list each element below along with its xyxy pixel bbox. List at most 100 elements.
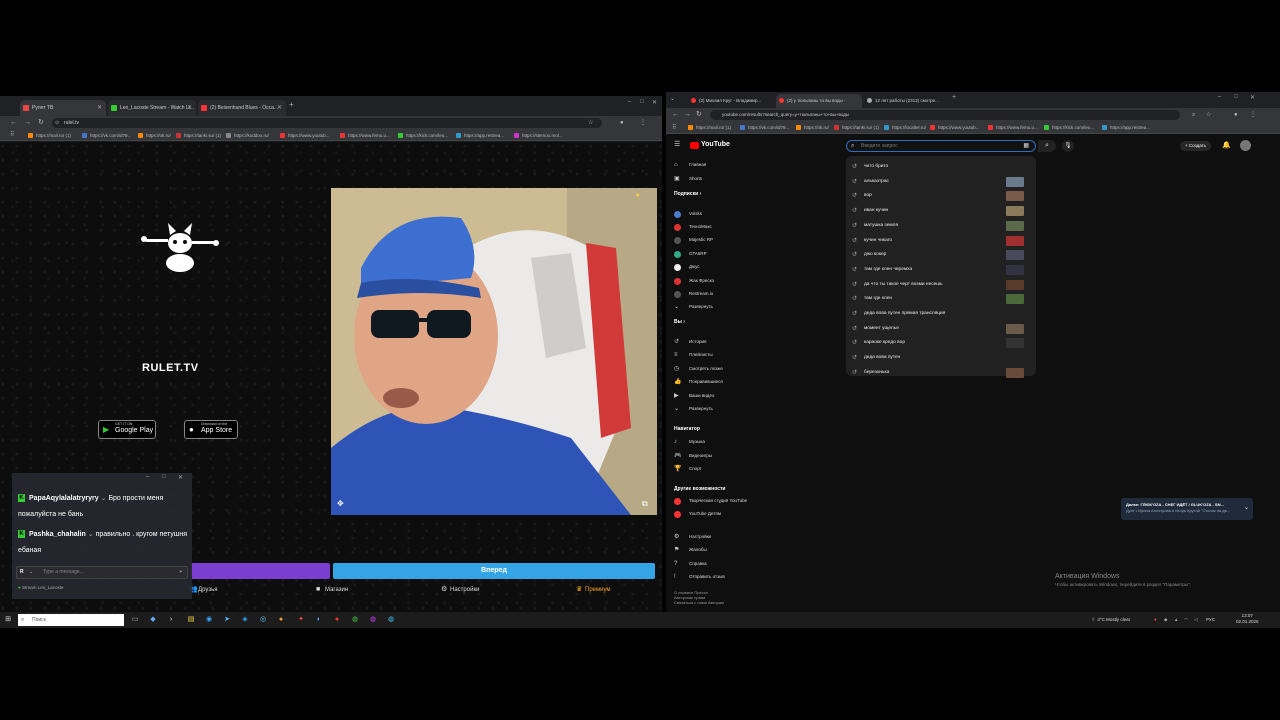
suggestion-item[interactable]: ↺ момент ущелье xyxy=(852,325,899,333)
profile-icon[interactable]: ● xyxy=(1234,110,1238,120)
sidebar-expand[interactable]: ⌄ Развернуть xyxy=(674,405,713,413)
app-icon[interactable]: ◈ xyxy=(240,615,250,625)
telegram-icon[interactable]: ➤ xyxy=(222,615,232,625)
notifications-icon[interactable]: 🔔 xyxy=(1222,141,1231,149)
sidebar-expand[interactable]: ⌄ Развернуть xyxy=(674,303,713,311)
suggestion-item[interactable]: ↺ да что ты такое черт возми несешь xyxy=(852,281,943,289)
language-indicator[interactable]: РУС xyxy=(1206,615,1215,625)
clock[interactable]: 13:07 02.01.2026 xyxy=(1236,613,1259,625)
suggestion-thumbnail[interactable] xyxy=(1006,176,1024,187)
keyboard-icon[interactable]: ▦ xyxy=(1023,141,1029,151)
menu-settings[interactable]: ⚙ Настройки xyxy=(441,586,479,594)
bookmark[interactable]: https://ok.ru/ xyxy=(796,124,829,131)
search-input[interactable]: ⌕ Введите запрос ▦ xyxy=(846,140,1036,152)
suggestion-thumbnail[interactable] xyxy=(1006,367,1024,378)
suggestion-thumbnail[interactable] xyxy=(1006,294,1024,305)
suggestion-thumbnail[interactable] xyxy=(1006,323,1024,334)
bookmark[interactable]: https://www.youtub... xyxy=(280,132,330,139)
bookmark[interactable]: https://www.femu.u... xyxy=(340,132,390,139)
site-info-icon[interactable]: ⊙ xyxy=(55,118,59,128)
sidebar-sub[interactable]: Majestic RP xyxy=(674,236,713,244)
maximize-button[interactable]: □ xyxy=(640,99,644,105)
voice-search-button[interactable]: 🎙 xyxy=(1062,140,1074,152)
suggestion-item[interactable]: ↺ чито брито xyxy=(852,163,888,171)
suggestion-thumbnail[interactable] xyxy=(1006,264,1024,275)
send-icon[interactable]: ➤ xyxy=(179,567,183,578)
reload-icon[interactable]: ↻ xyxy=(38,118,44,128)
menu-friends[interactable]: 👥 Друзья xyxy=(189,586,217,594)
suggestion-item[interactable]: ↺ деда вова путен xyxy=(852,354,900,362)
new-tab-button[interactable]: + xyxy=(952,94,956,101)
edge-icon[interactable]: ◉ xyxy=(204,615,214,625)
close-icon[interactable]: ✕ xyxy=(187,100,192,116)
chat-close-button[interactable]: ✕ xyxy=(178,474,183,481)
create-button[interactable]: + Создать xyxy=(1180,141,1212,151)
suggestion-item[interactable]: ↺ деда вова путен прямая трансляция xyxy=(852,310,945,318)
zoom-icon[interactable]: ⌕ xyxy=(1192,110,1195,120)
suggestion-thumbnail[interactable] xyxy=(1006,220,1024,231)
camera-switch-icon[interactable]: ⧉ xyxy=(642,499,648,509)
address-bar[interactable]: ⊙ rulet.tv xyxy=(52,118,602,128)
suggestion-item[interactable]: ↺ матушка земля xyxy=(852,222,898,230)
menu-shop[interactable]: ■ Магазин xyxy=(316,586,348,594)
suggestion-thumbnail[interactable] xyxy=(1006,206,1024,217)
close-icon[interactable]: ✕ xyxy=(277,100,282,116)
menu-premium[interactable]: ♛ Премиум xyxy=(576,586,611,594)
wifi-icon[interactable]: ◠ xyxy=(1184,615,1188,625)
bookmark[interactable]: https://mail.ru/ (1) xyxy=(28,132,71,139)
weather-widget[interactable]: ☾ 3°C Mostly clear xyxy=(1092,615,1130,625)
sidebar-item-liked[interactable]: 👍 Понравившиеся xyxy=(674,378,723,386)
sidebar-item-help[interactable]: ? Справка xyxy=(674,560,707,568)
taskbar-search-input[interactable]: ⌕ Поиск xyxy=(18,614,124,626)
bookmark[interactable]: https://localtel.ru/ xyxy=(884,124,926,131)
search-button[interactable]: ⌕ xyxy=(1038,140,1056,152)
suggestion-item[interactable]: ↺ березонька xyxy=(852,369,889,377)
sidebar-sub[interactable]: Restream.io xyxy=(674,290,713,298)
profile-icon[interactable]: ● xyxy=(620,118,624,128)
sidebar-sub[interactable]: Volsks xyxy=(674,210,702,218)
tab-work[interactable]: 12 лет работы (2313) смотре... xyxy=(864,94,950,108)
chat-maximize-button[interactable]: □ xyxy=(162,474,166,480)
tray-icon[interactable]: ◆ xyxy=(1164,615,1167,625)
chrome-icon[interactable]: ◍ xyxy=(386,615,396,625)
app-icon[interactable]: ● xyxy=(332,615,342,625)
close-window-button[interactable]: ✕ xyxy=(1250,94,1255,101)
close-icon[interactable]: ✕ xyxy=(97,100,102,116)
back-icon[interactable]: ← xyxy=(672,110,679,120)
minimize-button[interactable]: – xyxy=(628,99,631,105)
task-view-icon[interactable]: ▭ xyxy=(130,615,140,625)
bookmark[interactable]: https://kick.com/leo... xyxy=(1044,124,1094,131)
sidebar-item-studio[interactable]: Творческая студия YouTube xyxy=(674,497,747,505)
apps-icon[interactable]: ⠿ xyxy=(10,130,14,140)
bookmark[interactable]: https://vk.com/id79... xyxy=(82,132,131,139)
sidebar-sub[interactable]: ТехноМакс xyxy=(674,223,712,231)
tab-mikhail-krug[interactable]: (2) Михаил Круг - Владимир... xyxy=(688,94,774,108)
sidebar-sub[interactable]: Джус xyxy=(674,263,700,271)
suggestion-item[interactable]: ↺ иван кучин xyxy=(852,207,888,215)
close-window-button[interactable]: ✕ xyxy=(652,99,657,106)
chat-minimize-button[interactable]: – xyxy=(146,474,149,480)
sidebar-item-kids[interactable]: YouTube Детям xyxy=(674,510,721,518)
reload-icon[interactable]: ↻ xyxy=(696,110,702,120)
bookmark[interactable]: https://stemoo.mol... xyxy=(514,132,563,139)
app-icon[interactable]: ✦ xyxy=(296,615,306,625)
chrome-icon[interactable]: ◍ xyxy=(350,615,360,625)
you-heading[interactable]: Вы › xyxy=(674,319,685,325)
chevron-down-icon[interactable]: ⌄ xyxy=(1244,505,1249,511)
back-icon[interactable]: ← xyxy=(10,118,17,128)
sidebar-item-music[interactable]: ♪ Музыка xyxy=(674,438,705,446)
sidebar-item-playlists[interactable]: ≡ Плейлисты xyxy=(674,351,713,359)
tab-rulet[interactable]: Рулет ТВ ✕ xyxy=(20,100,106,116)
sidebar-item-home[interactable]: ⌂ Главная xyxy=(674,161,706,169)
app-store-button[interactable]: ● Download on the App Store xyxy=(184,420,238,439)
sidebar-sub[interactable]: GTA5RP xyxy=(674,250,707,258)
new-tab-button[interactable]: + xyxy=(289,100,294,109)
sidebar-item-shorts[interactable]: ▣ Shorts xyxy=(674,175,702,183)
tab-kick[interactable]: Leo_Lacoste Stream - Watch Li... ✕ xyxy=(108,100,196,116)
youtube-logo[interactable]: YouTube xyxy=(690,141,730,149)
bookmark[interactable]: https://ok.ru/ xyxy=(138,132,171,139)
google-play-button[interactable]: ▶ GET IT ON Google Play xyxy=(98,420,156,439)
sidebar-sub[interactable]: Жак Фреско xyxy=(674,277,714,285)
sidebar-item-history[interactable]: ↺ История xyxy=(674,338,706,346)
bookmark[interactable]: https://app.restrea... xyxy=(1102,124,1150,131)
